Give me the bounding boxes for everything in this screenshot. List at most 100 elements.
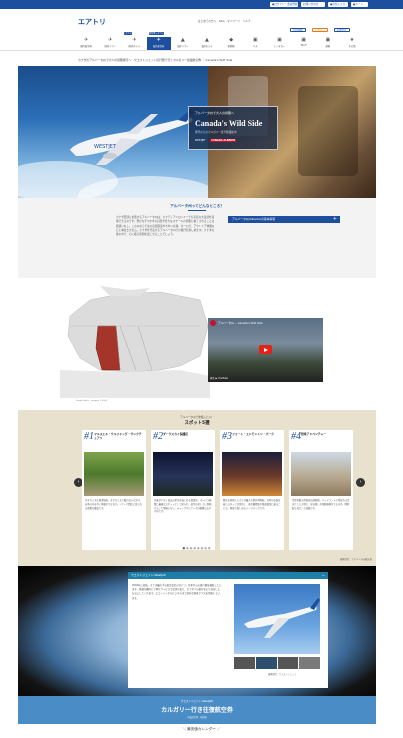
westjet-text: 2002年に就航。カナダ最大手の航空会社のひとつ。日本からの直行便を運航していま…	[132, 584, 222, 600]
thumbnail[interactable]	[277, 657, 299, 669]
video-bar[interactable]: 再生 ▶ YouTube	[210, 376, 228, 380]
spot-card[interactable]: #3 フォート・エドモントン・パーク 歴史を再現したカナダ最大の野外博物館。当時…	[220, 430, 284, 550]
nav-label: バス	[252, 45, 258, 48]
alberta-logo: CANADA ALBERTA	[210, 139, 237, 142]
contact-link[interactable]: お問い合わせ	[301, 2, 325, 7]
intro-paragraph: カナダ西部に位置するアルバータ州は、カナディアンロッキーでも有名な大自然を満喫で…	[116, 216, 215, 237]
westjet-header[interactable]: ウエストジェット(WestJet) −	[128, 572, 328, 579]
site-logo[interactable]: エアトリ	[78, 17, 106, 27]
nav-icon: ▣	[252, 37, 258, 43]
thumbnail[interactable]	[234, 657, 255, 669]
nav-label: 保険	[325, 45, 331, 48]
video-player[interactable]: アルバータ州 — Canada's Wild Side 再生 ▶ YouTube	[208, 318, 323, 382]
nav-item[interactable]: 航空券+ホテル ✈ 海外航空券	[146, 32, 171, 50]
spot-image	[291, 452, 351, 496]
westjet-logo: WESTJET	[195, 139, 206, 142]
nav-item[interactable]: ホテル ✈ 国内ホテル	[122, 32, 146, 50]
hero-logos: WESTJET CANADA ALBERTA	[195, 139, 237, 142]
intro-title: アルバータ州ってどんなところ？	[170, 204, 224, 208]
nav-icon: ✈	[132, 37, 137, 43]
nav-icon: ▣	[277, 37, 282, 43]
top-utility-bar: ●ログイン・会員登録 お問い合わせ ●お気に入り ●カート	[0, 0, 403, 9]
nav-label: 国内ホテル	[128, 45, 141, 48]
login-button[interactable]: ログイン	[312, 28, 328, 32]
fare-banner[interactable]: ウエストジェット(WestJet) カルガリー行き往復航空券 ※成田空港・羽田発	[18, 696, 376, 724]
nav-icon: ▲	[180, 37, 185, 43]
nav-icon: ✈	[83, 37, 89, 43]
nav-label: その他	[348, 45, 356, 48]
fare-title: カルガリー行き往復航空券	[161, 707, 233, 714]
nav-item[interactable]: ▣ 保険	[316, 37, 340, 50]
nav-label: 国内ツアー	[104, 45, 116, 48]
cart-link[interactable]: ●カート	[351, 2, 368, 7]
register-button[interactable]: 会員登録	[290, 28, 306, 32]
nav-item[interactable]: ▣ バス	[243, 37, 267, 50]
nav-item[interactable]: ✈ 国内航空券	[74, 37, 98, 50]
nav-item[interactable]: ▣ Wi-Fi	[292, 37, 316, 50]
spot-image	[153, 452, 213, 496]
nav-item[interactable]: ◆ 新幹線	[219, 37, 243, 50]
inquiry-button[interactable]: お問合せ	[334, 28, 350, 32]
hero-subtitle: アルバータ州で大人の冒険へ	[195, 111, 234, 115]
spot-number: #4	[291, 431, 301, 442]
alberta-info-button[interactable]: アルバータ州(Alberta)の基本情報 +	[228, 216, 340, 223]
favorites-link[interactable]: ●お気に入り	[328, 2, 348, 7]
thumbnail[interactable]	[255, 657, 277, 669]
nav-item[interactable]: ★ その他	[340, 37, 364, 50]
nav-icon: ▣	[301, 37, 306, 43]
nav-item[interactable]: ✈ 国内ツアー	[98, 37, 122, 50]
carousel-next-icon[interactable]: ›	[356, 478, 365, 487]
spot-number: #2	[153, 431, 163, 442]
alberta-info-label: アルバータ州(Alberta)の基本情報	[232, 217, 276, 221]
nav-badge: 航空券+ホテル	[148, 32, 165, 35]
nav-label: レンタカー	[273, 45, 286, 48]
nav-label: 海外ホテル	[201, 45, 213, 48]
header-subnav[interactable]: はじめての方へ Q&A マイページ ヘルプ	[198, 19, 250, 23]
westjet-thumbnails[interactable]	[234, 657, 320, 669]
nav-label: 新幹線	[227, 45, 235, 48]
spot-card[interactable]: #4 恐竜アドベンチャー 世界有数の恐竜化石発掘地。バッドランドと呼ばれる荒涼と…	[289, 430, 353, 550]
westjet-caption: 画像提供：ウエストジェット	[268, 673, 297, 676]
spot-text: 光害が少なく満天の星空を楽しめる保護区。オーロラ観賞に最適なスポットとして知られ…	[154, 499, 212, 514]
nav-item[interactable]: ▣ レンタカー	[267, 37, 291, 50]
spots-subtitle: アルバータ州で体験したい！	[180, 416, 214, 419]
nav-icon: ★	[349, 37, 355, 43]
spot-title: マルスエル・ウルフドッグ・サンクチュアリ	[94, 432, 142, 440]
spot-title: フォート・エドモントン・パーク	[232, 432, 274, 436]
carousel-dots[interactable]: ●●●●●●●●	[18, 546, 376, 550]
thumbnail[interactable]	[299, 657, 320, 669]
spots-title: スポット5選	[184, 421, 210, 426]
spot-card[interactable]: #1 マルスエル・ウルフドッグ・サンクチュアリ オオカミ犬の保護施設。オオカミ犬…	[82, 430, 146, 550]
plane-livery: WESTJET	[94, 144, 117, 150]
nav-icon: ▲	[205, 37, 209, 43]
nav-item[interactable]: ▲ 海外ホテル	[195, 37, 219, 50]
title-underline	[188, 210, 206, 211]
login-link[interactable]: ●ログイン・会員登録	[270, 2, 298, 7]
minus-icon[interactable]: −	[322, 572, 325, 579]
nav-icon: ✈	[156, 37, 161, 43]
play-icon[interactable]	[259, 345, 272, 354]
site-header: エアトリ はじめての方へ Q&A マイページ ヘルプ 会員登録 ログイン お問合…	[0, 9, 403, 51]
spots-section: アルバータ州で体験したい！ スポット5選 ‹ › #1 マルスエル・ウルフドッグ…	[18, 410, 376, 566]
intro-section: アルバータ州ってどんなところ？ カナダ西部に位置するアルバータ州は、カナディアン…	[18, 198, 376, 278]
spots-credit: 画像提供：アルバータ州観光局	[339, 558, 372, 561]
nav-icon: ✈	[108, 37, 113, 43]
nav-label: 国内航空券	[80, 45, 92, 48]
plus-icon: +	[332, 216, 337, 222]
spot-image	[222, 452, 282, 496]
nav-icon: ◆	[229, 37, 234, 43]
video-title: アルバータ州 — Canada's Wild Side	[218, 322, 263, 325]
nav-label: 海外航空券	[152, 45, 165, 48]
spot-card[interactable]: #2 ダークスカイ保護区 光害が少なく満天の星空を楽しめる保護区。オーロラ観賞に…	[151, 430, 215, 550]
spot-text: 歴史を再現したカナダ最大の野外博物館。当時の衣装を着たスタッフが案内し、蒸気機関…	[223, 499, 281, 510]
map-credit: Google Earth · Imagery ©2024	[76, 400, 107, 402]
westjet-photo	[234, 584, 320, 654]
westjet-header-label: ウエストジェット(WestJet)	[131, 573, 167, 577]
channel-logo-icon	[210, 320, 216, 326]
hero-tagline: 現代からのカルガリー直行便運航中	[195, 131, 237, 134]
nav-label: 海外ツアー	[177, 45, 189, 48]
nav-item[interactable]: ▲ 海外ツアー	[171, 37, 195, 50]
breadcrumb: カナダのアルバータ州で大人の冒険旅行へ ウエストジェット直行便で行くカルガリー往…	[78, 58, 233, 62]
canada-map	[60, 286, 210, 398]
main-nav: ✈ 国内航空券 ✈ 国内ツアー ホテル ✈ 国内ホテル 航空券+ホテル ✈ 海外航空券 ▲ 海外ツアー…	[74, 32, 364, 50]
